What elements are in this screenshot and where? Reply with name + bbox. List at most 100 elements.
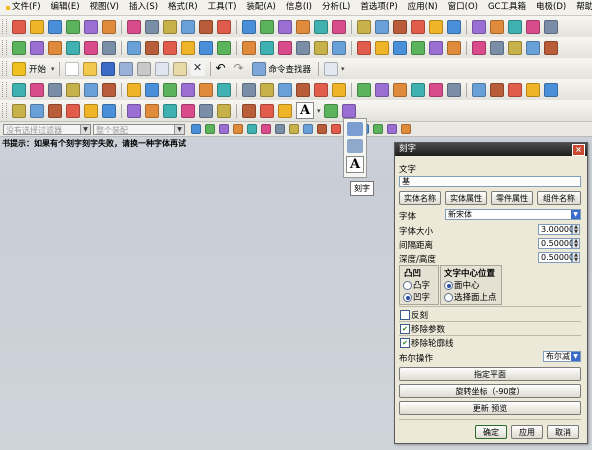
chevron-down-icon[interactable]: ▼	[80, 124, 90, 134]
view-icon[interactable]	[429, 82, 443, 97]
toolbar-grip[interactable]	[2, 82, 7, 97]
sketch-icon[interactable]	[314, 19, 328, 34]
close-icon[interactable]: ×	[572, 144, 585, 156]
line-icon[interactable]	[332, 19, 346, 34]
menu-item[interactable]: 装配(A)	[241, 0, 280, 15]
entity-attribute-button[interactable]: 实体属性	[445, 191, 487, 205]
apply-button[interactable]: 应用	[511, 425, 543, 439]
pick-point-radio[interactable]	[444, 293, 453, 302]
remove-params-checkbox[interactable]: ✔	[400, 324, 410, 334]
selection-icon[interactable]	[324, 61, 339, 76]
ok-button[interactable]: 确定	[475, 425, 507, 439]
engrave-variant-1-icon[interactable]	[347, 122, 363, 136]
redo-icon[interactable]: ↷	[234, 62, 248, 76]
layer-icon[interactable]	[411, 82, 425, 97]
type-filter-select[interactable]: 没有选择过滤器 ▼	[3, 123, 91, 135]
snap-point-icon[interactable]	[205, 124, 215, 134]
boolean-icon[interactable]	[472, 19, 486, 34]
wcs-icon[interactable]	[217, 40, 231, 55]
text-input[interactable]: 基	[399, 176, 581, 187]
render-icon[interactable]	[544, 19, 558, 34]
shell-icon[interactable]	[163, 19, 177, 34]
toolbar-grip[interactable]	[2, 61, 7, 76]
snap-point-icon[interactable]	[233, 124, 243, 134]
view-icon[interactable]	[526, 19, 540, 34]
face-center-radio[interactable]	[444, 281, 453, 290]
engrave-text-icon[interactable]: A	[296, 102, 314, 119]
electrode-icon[interactable]	[199, 82, 213, 97]
shell-icon[interactable]	[357, 82, 371, 97]
boolean-icon[interactable]	[375, 82, 389, 97]
sketch-icon[interactable]	[12, 19, 26, 34]
measure-icon[interactable]	[490, 19, 504, 34]
start-button[interactable]: 开始	[29, 63, 46, 75]
start-dropdown-icon[interactable]: ▾	[51, 65, 55, 73]
measure-icon[interactable]	[48, 103, 62, 118]
line-icon[interactable]	[278, 40, 292, 55]
measure-icon[interactable]	[102, 82, 116, 97]
cut-icon[interactable]	[136, 61, 151, 76]
sketch-icon[interactable]	[508, 82, 522, 97]
render-icon[interactable]	[102, 103, 116, 118]
mold-icon[interactable]	[278, 19, 292, 34]
extrude-icon[interactable]	[375, 19, 389, 34]
boolean-icon[interactable]	[30, 103, 44, 118]
remove-edges-checkbox[interactable]: ✔	[400, 338, 410, 348]
rectangle-icon[interactable]	[314, 40, 328, 55]
view-icon[interactable]	[127, 82, 141, 97]
electrode-icon[interactable]	[544, 40, 558, 55]
menu-item[interactable]: 窗口(O)	[443, 0, 483, 15]
menu-item[interactable]: 电极(D)	[531, 0, 571, 15]
layer-icon[interactable]	[508, 19, 522, 34]
recessed-radio[interactable]	[403, 293, 412, 302]
depth-input[interactable]: 0.50000 ▲ ▼	[538, 252, 580, 263]
menu-item[interactable]: 工具(T)	[203, 0, 242, 15]
blend-icon[interactable]	[127, 19, 141, 34]
menu-item[interactable]: GC工具箱	[483, 0, 531, 15]
hole-icon[interactable]	[314, 82, 328, 97]
paste-icon[interactable]	[172, 61, 187, 76]
layer-icon[interactable]	[66, 103, 80, 118]
electrode-icon[interactable]	[296, 19, 310, 34]
extrude-icon[interactable]	[278, 82, 292, 97]
snap-point-icon[interactable]	[275, 124, 285, 134]
wcs-icon[interactable]	[163, 82, 177, 97]
boolean-icon[interactable]	[181, 19, 195, 34]
revolve-icon[interactable]	[296, 82, 310, 97]
boolean-icon[interactable]	[127, 40, 141, 55]
blend-icon[interactable]	[332, 82, 346, 97]
snap-point-icon[interactable]	[373, 124, 383, 134]
render-icon[interactable]	[145, 82, 159, 97]
arc-icon[interactable]	[48, 19, 62, 34]
electrode-icon[interactable]	[242, 40, 256, 55]
mold-icon[interactable]	[472, 82, 486, 97]
revolve-icon[interactable]	[102, 19, 116, 34]
menu-item[interactable]: 编辑(E)	[46, 0, 85, 15]
revolve-icon[interactable]	[393, 19, 407, 34]
render-icon[interactable]	[242, 19, 256, 34]
revolve-icon[interactable]	[242, 103, 256, 118]
undo-icon[interactable]: ↶	[216, 62, 230, 76]
snap-point-icon[interactable]	[219, 124, 229, 134]
hole-icon[interactable]	[260, 103, 274, 118]
entity-name-button[interactable]: 实体名称	[399, 191, 441, 205]
raised-radio[interactable]	[403, 281, 412, 290]
rectangle-icon[interactable]	[217, 103, 231, 118]
menu-item[interactable]: 插入(S)	[124, 0, 163, 15]
chevron-down-icon[interactable]: ▼	[174, 124, 184, 134]
engrave-variant-2-icon[interactable]	[347, 139, 363, 153]
view-icon[interactable]	[181, 40, 195, 55]
blend-icon[interactable]	[30, 82, 44, 97]
hole-icon[interactable]	[12, 82, 26, 97]
size-input[interactable]: 3.00000 ▲ ▼	[538, 224, 580, 235]
engrave-text-icon[interactable]: A	[346, 156, 364, 173]
chevron-down-icon[interactable]: ▼	[571, 352, 580, 361]
open-folder-icon[interactable]	[82, 61, 97, 76]
menu-item[interactable]: 文件(F)	[7, 0, 46, 15]
selection-dropdown-icon[interactable]: ▾	[341, 65, 345, 73]
chamfer-icon[interactable]	[102, 40, 116, 55]
hole-icon[interactable]	[357, 40, 371, 55]
wcs-icon[interactable]	[260, 19, 274, 34]
render-icon[interactable]	[490, 40, 504, 55]
rectangle-icon[interactable]	[260, 82, 274, 97]
